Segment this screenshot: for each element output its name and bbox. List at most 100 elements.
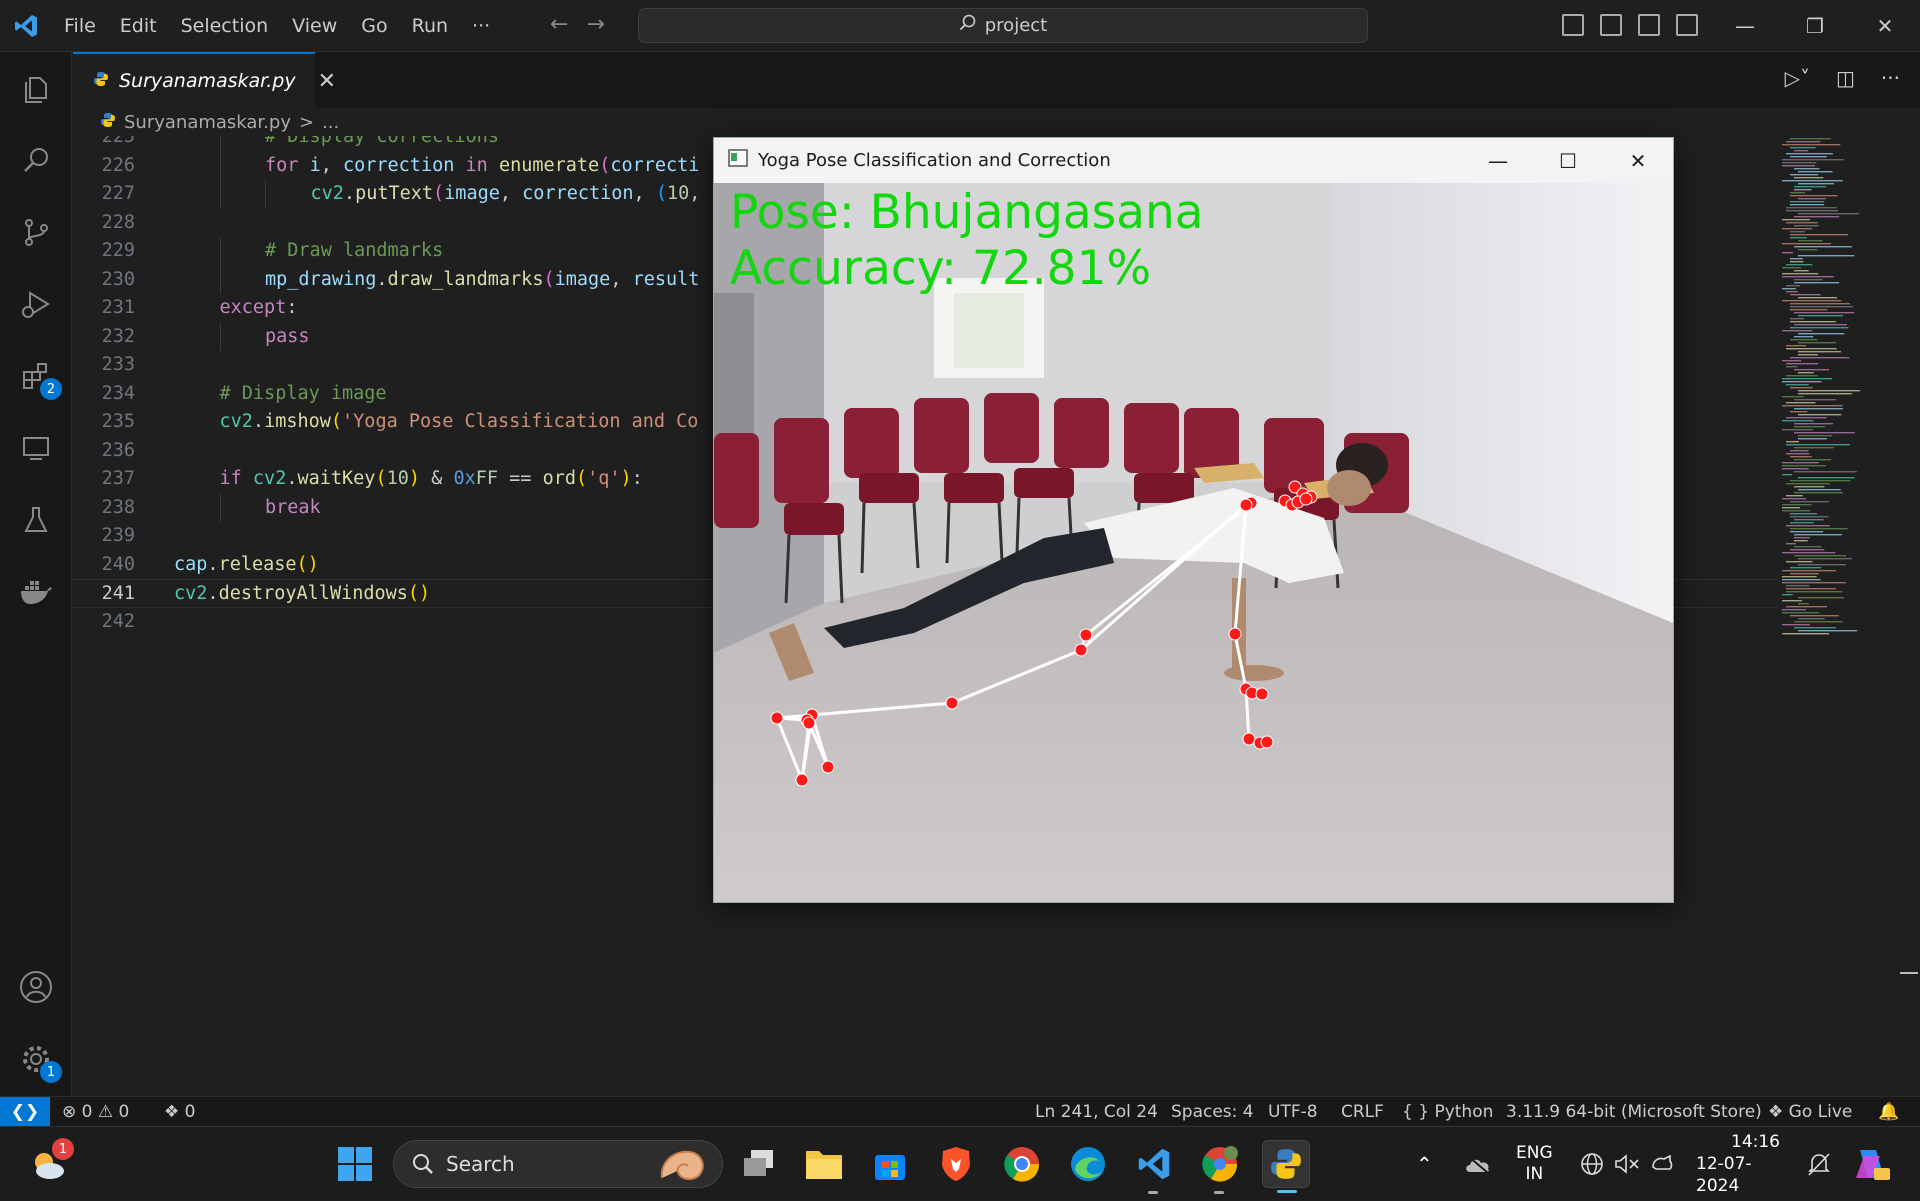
go-live-label: Go Live [1788,1102,1853,1122]
toggle-secondary-sidebar-icon[interactable] [1638,14,1660,36]
opencv-minimize-icon[interactable]: — [1463,138,1533,183]
extensions-icon[interactable]: 2 [14,354,62,400]
microsoft-store-icon[interactable] [866,1140,914,1188]
restore-icon[interactable]: ❐ [1780,0,1850,52]
opencv-close-icon[interactable]: ✕ [1603,138,1673,183]
manage-gear-icon[interactable]: 1 [14,1037,62,1083]
run-debug-icon[interactable] [14,282,58,326]
opencv-window[interactable]: Yoga Pose Classification and Correction … [713,137,1674,903]
code-text: cv2.putText(image, correction, (10, [311,180,701,209]
remote-indicator-icon[interactable]: ❮❯ [0,1097,50,1127]
task-view-icon[interactable] [735,1140,783,1188]
source-control-icon[interactable] [14,210,58,254]
landmark-point [770,711,784,725]
menu-go[interactable]: Go [349,0,399,52]
line-number: 235 [101,411,135,432]
code-token: ) [408,468,421,489]
code-token: () [407,583,431,604]
menu-selection[interactable]: Selection [169,0,281,52]
clock[interactable]: 14:16 12-07-2024 [1696,1127,1780,1201]
copilot-icon[interactable] [1852,1127,1892,1201]
battery-charging-icon[interactable] [1650,1127,1676,1201]
remote-explorer-icon[interactable] [14,426,58,470]
language-mode[interactable]: { } Python [1402,1097,1493,1127]
toggle-panel-icon[interactable] [1600,14,1622,36]
back-arrow-icon[interactable]: ← [550,12,568,37]
close-window-icon[interactable]: ✕ [1850,0,1920,52]
docker-icon[interactable] [14,570,58,614]
more-actions-icon[interactable]: ··· [1881,66,1900,90]
code-token: correction [342,154,455,176]
menu-edit[interactable]: Edit [108,0,169,52]
indentation[interactable]: Spaces: 4 [1171,1097,1254,1127]
line-number: 227 [101,183,135,204]
chrome-icon[interactable] [998,1140,1046,1188]
line-number: 226 [101,154,135,176]
problems-indicator[interactable]: ⊗ 0 ⚠ 0 [62,1097,129,1127]
menu-file[interactable]: File [52,0,108,52]
tab-close-icon[interactable]: ✕ [318,69,336,94]
code-token: putText [355,183,434,204]
customize-layout-icon[interactable] [1676,14,1698,36]
python-interpreter[interactable]: 3.11.9 64-bit (Microsoft Store) [1506,1097,1762,1127]
line-number: 240 [101,553,135,575]
breadcrumb-more[interactable]: ... [322,112,339,133]
brave-browser-icon[interactable] [932,1140,980,1188]
breadcrumb-file[interactable]: Suryanamaskar.py [124,112,291,133]
code-token: except [219,297,287,318]
volume-muted-icon[interactable] [1614,1127,1640,1201]
vscode-taskbar-icon[interactable] [1130,1140,1178,1194]
file-explorer-icon[interactable] [800,1140,848,1188]
start-button-icon[interactable] [331,1140,379,1188]
code-token: mp_drawing [265,268,377,290]
onedrive-icon[interactable] [1464,1127,1492,1201]
tab-suryanamaskar[interactable]: Suryanamaskar.py ✕ [73,52,336,108]
code-token: release [218,553,297,575]
landmark-point [1079,628,1093,642]
python-taskbar-icon[interactable] [1262,1140,1310,1193]
notifications-bell-icon[interactable]: 🔔 [1878,1097,1899,1127]
breadcrumb-separator: > [298,111,315,133]
split-editor-icon[interactable]: ◫ [1836,66,1855,90]
command-center-search[interactable]: project [638,8,1368,43]
search-icon [959,14,977,37]
code-token: () [296,553,319,575]
account-icon[interactable] [14,965,58,1009]
weather-icon[interactable]: 1 [24,1138,74,1188]
explorer-icon[interactable] [14,66,58,110]
code-token: . [343,183,356,204]
line-number: 239 [101,525,135,546]
opencv-maximize-icon[interactable]: ☐ [1533,138,1603,183]
search-activity-icon[interactable] [14,138,58,182]
editor-scrollbar[interactable] [1898,136,1920,1096]
indent-guide [219,322,221,351]
line-number: 234 [101,382,135,404]
edge-icon[interactable] [1064,1140,1112,1188]
taskbar-search[interactable]: Search [393,1140,723,1188]
go-live[interactable]: ❖ Go Live [1768,1097,1852,1127]
breadcrumb: Suryanamaskar.py > ... [100,108,339,136]
network-globe-icon[interactable] [1580,1127,1604,1201]
code-token: 'Yoga Pose Classification and Co [342,411,699,432]
chrome-profile-icon[interactable] [1196,1140,1244,1194]
line-number: 241 [101,583,135,604]
ports-indicator[interactable]: ❖ 0 [164,1097,195,1127]
minimap[interactable] [1778,136,1898,1096]
minimize-icon[interactable]: — [1710,0,1780,52]
run-file-icon[interactable]: ▷˅ [1785,66,1810,90]
show-hidden-icons[interactable]: ⌃ [1416,1127,1433,1201]
encoding[interactable]: UTF-8 [1268,1097,1318,1127]
testing-icon[interactable] [14,498,58,542]
menu-view[interactable]: View [280,0,349,52]
cursor-position[interactable]: Ln 241, Col 24 [1035,1097,1158,1127]
menu-more[interactable]: ··· [460,0,502,52]
forward-arrow-icon[interactable]: → [586,12,604,37]
line-ending[interactable]: CRLF [1341,1097,1384,1127]
line-number: 233 [101,354,135,375]
notification-center-icon[interactable] [1806,1127,1832,1201]
input-language[interactable]: ENG IN [1516,1127,1553,1201]
menu-run[interactable]: Run [400,0,460,52]
code-token: , [610,268,633,290]
toggle-primary-sidebar-icon[interactable] [1562,14,1584,36]
code-text: break [265,494,321,523]
